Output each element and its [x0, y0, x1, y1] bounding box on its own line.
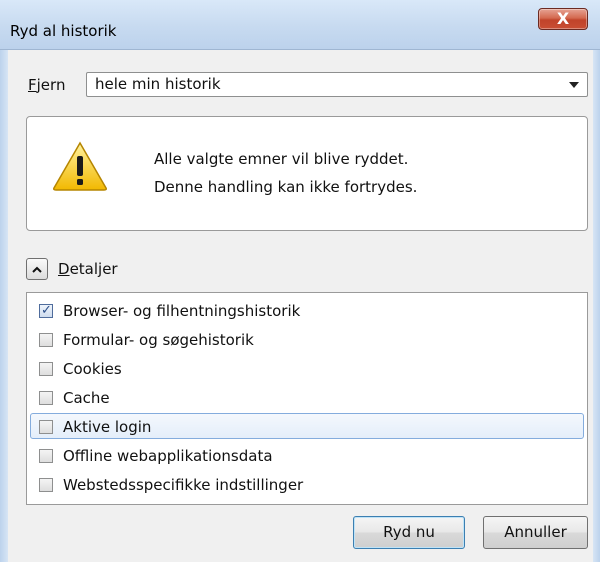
details-toggle-button[interactable]	[26, 258, 48, 280]
window-frame-left	[0, 50, 8, 562]
list-item-site-settings[interactable]: Webstedsspecifikke indstillinger	[30, 471, 584, 497]
checkbox-active-logins[interactable]	[39, 420, 53, 434]
window-frame-right	[593, 50, 600, 562]
warning-panel: Alle valgte emner vil blive ryddet. Denn…	[26, 116, 588, 231]
title-bar[interactable]: Ryd al historik X	[0, 0, 600, 50]
dialog-content: Fjern hele min historik Alle valgte emne…	[8, 50, 593, 562]
clear-history-dialog: Ryd al historik X Fjern hele min histori…	[0, 0, 600, 562]
item-label: Offline webapplikationsdata	[63, 447, 273, 465]
close-icon: X	[556, 9, 570, 28]
item-label: Cookies	[63, 360, 122, 378]
item-label: Webstedsspecifikke indstillinger	[63, 476, 304, 494]
item-label: Cache	[63, 389, 110, 407]
list-item-cache[interactable]: Cache	[30, 384, 584, 410]
cancel-button[interactable]: Annuller	[483, 516, 588, 549]
checkbox-cache[interactable]	[39, 391, 53, 405]
list-item-cookies[interactable]: Cookies	[30, 355, 584, 381]
checkmark-icon: ✓	[41, 303, 52, 318]
checkbox-offline-data[interactable]	[39, 449, 53, 463]
history-items-list: ✓ Browser- og filhentningshistorik Formu…	[26, 292, 588, 505]
list-item-active-logins[interactable]: Aktive login	[30, 413, 584, 439]
checkbox-browser-history[interactable]: ✓	[39, 303, 53, 318]
item-label: Browser- og filhentningshistorik	[63, 302, 301, 320]
list-item-browser-history[interactable]: ✓ Browser- og filhentningshistorik	[30, 297, 584, 323]
checkbox-cookies[interactable]	[39, 362, 53, 376]
checkbox-form-history[interactable]	[39, 333, 53, 347]
list-item-form-history[interactable]: Formular- og søgehistorik	[30, 326, 584, 352]
close-button[interactable]: X	[538, 8, 588, 30]
warning-message-line1: Alle valgte emner vil blive ryddet.	[154, 150, 409, 168]
warning-message-line2: Denne handling kan ikke fortrydes.	[154, 178, 418, 196]
time-range-value: hele min historik	[95, 75, 221, 93]
warning-triangle-icon	[53, 141, 107, 191]
item-label: Formular- og søgehistorik	[63, 331, 254, 349]
window-title: Ryd al historik	[10, 22, 117, 40]
time-range-label: Fjern	[28, 76, 66, 94]
clear-now-button[interactable]: Ryd nu	[353, 516, 465, 549]
chevron-down-icon	[569, 82, 579, 88]
item-label: Aktive login	[63, 418, 152, 436]
time-range-dropdown[interactable]: hele min historik	[86, 72, 588, 97]
checkbox-site-settings[interactable]	[39, 478, 53, 492]
details-label[interactable]: Detaljer	[58, 260, 118, 278]
chevron-up-icon	[32, 266, 42, 273]
list-item-offline-data[interactable]: Offline webapplikationsdata	[30, 442, 584, 468]
